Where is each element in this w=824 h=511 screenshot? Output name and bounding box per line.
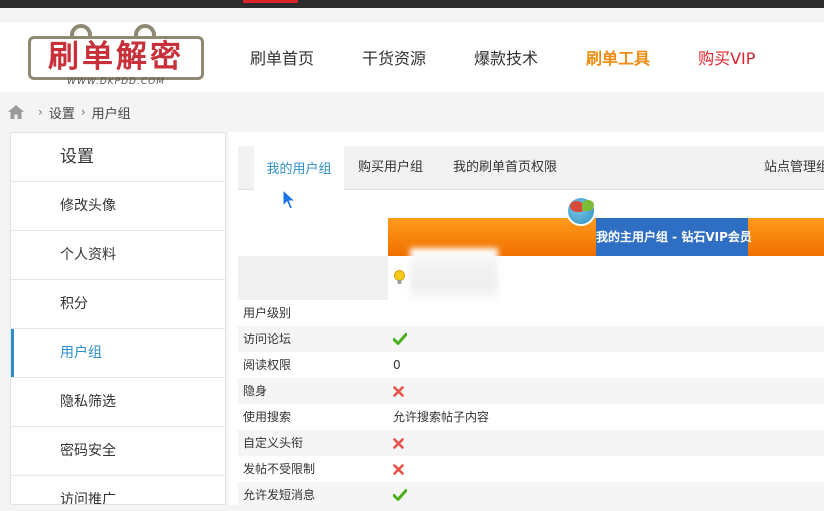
logo-text: 刷单解密	[48, 39, 184, 75]
usergroup-banner-label: 我的主用户组 - 钻石VIP会员	[596, 218, 752, 256]
perm-value	[393, 456, 404, 482]
usergroup-tabs: 我的用户组 购买用户组 我的刷单首页权限 站点管理组	[238, 146, 824, 190]
cross-icon	[393, 438, 404, 449]
cross-icon	[393, 464, 404, 475]
tab-buy-usergroup[interactable]: 购买用户组	[358, 146, 423, 190]
logo-subtext: WWW.DKPDD.COM	[67, 77, 165, 87]
breadcrumb: › 设置 › 用户组	[8, 102, 131, 122]
sidebar-item-promotion[interactable]: 访问推广	[11, 476, 225, 504]
check-icon	[393, 489, 407, 501]
breadcrumb-item-usergroup: 用户组	[91, 106, 131, 122]
sidebar-item-privacy[interactable]: 隐私筛选	[11, 378, 225, 427]
nav-item-techniques[interactable]: 爆款技术	[474, 45, 538, 69]
perm-label: 发帖不受限制	[243, 462, 316, 476]
usergroup-badge-icon	[566, 196, 596, 226]
perm-row-post-unlimited: 发帖不受限制	[238, 456, 824, 482]
tab-home-permissions[interactable]: 我的刷单首页权限	[453, 146, 557, 190]
site-header: 刷单解密 WWW.DKPDD.COM 刷单首页 干货资源 爆款技术 刷单工具 购…	[0, 22, 824, 92]
perm-row-user-level: 用户级别	[238, 300, 824, 326]
blurred-group-name	[410, 248, 498, 303]
breadcrumb-item-settings[interactable]: 设置	[49, 103, 75, 122]
sidebar-item-credits[interactable]: 积分	[11, 280, 225, 329]
top-bar-accent	[243, 0, 298, 3]
mouse-cursor-icon	[282, 189, 296, 210]
perm-value: 允许搜索帖子内容	[393, 410, 490, 424]
perm-row-search: 使用搜索 允许搜索帖子内容	[238, 404, 824, 430]
perm-value	[393, 326, 407, 352]
perm-value	[393, 482, 407, 508]
sidebar-item-password[interactable]: 密码安全	[11, 427, 225, 476]
perm-row-invisible: 隐身	[238, 378, 824, 404]
usergroup-name-row	[238, 248, 824, 303]
sidebar-item-avatar[interactable]: 修改头像	[11, 182, 225, 231]
perm-row-custom-title: 自定义头衔	[238, 430, 824, 456]
perm-label: 访问论坛	[243, 332, 292, 346]
usergroup-name-value-cell	[388, 248, 824, 303]
main-nav: 刷单首页 干货资源 爆款技术 刷单工具 购买VIP	[250, 22, 803, 92]
perm-label: 隐身	[243, 384, 268, 398]
cross-icon	[393, 386, 404, 397]
breadcrumb-separator: ›	[80, 105, 86, 119]
nav-item-buy-vip[interactable]: 购买VIP	[698, 45, 755, 69]
main-panel: 我的用户组 购买用户组 我的刷单首页权限 站点管理组 我的主用户组 - 钻石VI…	[228, 132, 824, 508]
home-icon[interactable]	[8, 105, 24, 119]
tab-site-admin-group[interactable]: 站点管理组	[764, 146, 824, 190]
perm-value	[393, 378, 404, 404]
settings-sidebar: 设置 修改头像 个人资料 积分 用户组 隐私筛选 密码安全 访问推广	[10, 132, 226, 505]
perm-label: 允许发短消息	[243, 488, 316, 502]
site-logo[interactable]: 刷单解密 WWW.DKPDD.COM	[26, 24, 206, 90]
perm-value	[393, 430, 404, 456]
perm-row-read-access: 阅读权限 0	[238, 352, 824, 378]
usergroup-name-label-cell	[238, 256, 388, 300]
perm-row-send-pm: 允许发短消息	[238, 482, 824, 508]
check-icon	[393, 333, 407, 345]
breadcrumb-separator: ›	[38, 105, 43, 119]
perm-label: 用户级别	[243, 306, 292, 320]
tab-my-usergroup[interactable]: 我的用户组	[254, 146, 344, 190]
sidebar-item-usergroup[interactable]: 用户组	[11, 329, 225, 378]
sidebar-item-profile[interactable]: 个人资料	[11, 231, 225, 280]
perm-label: 阅读权限	[243, 358, 292, 372]
nav-item-resources[interactable]: 干货资源	[362, 45, 426, 69]
top-bar	[0, 0, 824, 8]
sidebar-title: 设置	[11, 133, 225, 182]
perm-label: 使用搜索	[243, 410, 292, 424]
nav-item-tools[interactable]: 刷单工具	[586, 45, 650, 69]
nav-item-home[interactable]: 刷单首页	[250, 45, 314, 69]
perm-label: 自定义头衔	[243, 436, 304, 450]
perm-value: 0	[393, 358, 401, 372]
lightbulb-icon	[394, 270, 405, 284]
perm-row-visit-forum: 访问论坛	[238, 326, 824, 352]
